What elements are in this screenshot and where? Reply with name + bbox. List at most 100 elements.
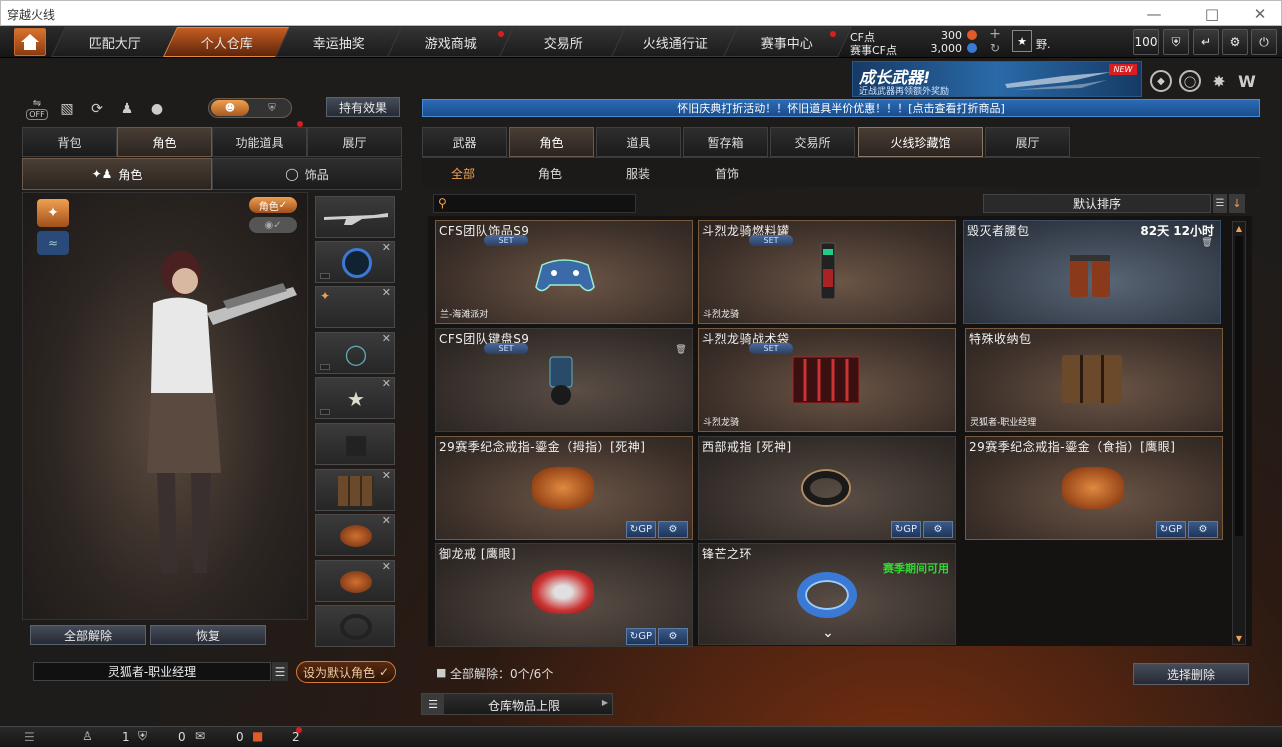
subtab-clothing[interactable]: 服装 <box>620 162 656 184</box>
menu-icon[interactable]: ☰ <box>272 662 288 681</box>
settings-gear-button[interactable]: ⚙ <box>1188 521 1218 538</box>
storage-limit-bar[interactable]: ☰ 仓库物品上限 ▶ <box>421 693 613 715</box>
shield-icon[interactable]: ⛨ <box>1163 29 1189 55</box>
settings-gear-button[interactable]: ⚙ <box>923 521 953 538</box>
equip-slot-vest[interactable]: ■ <box>315 423 395 465</box>
tab-trade[interactable]: 交易所 <box>770 127 855 157</box>
chevron-down-icon[interactable]: ⌄ <box>817 625 839 641</box>
item-card[interactable]: 御龙戒 [鹰眼] ↻GP ⚙ <box>435 543 693 647</box>
equip-slot-pendant[interactable]: ✕ ★ <box>315 377 395 419</box>
list-view-icon[interactable]: ☰ <box>1213 194 1227 213</box>
tab-game-mall[interactable]: 游戏商城 <box>387 27 516 57</box>
mode-avatar-icon[interactable]: ≈ <box>37 231 69 255</box>
gift-icon[interactable]: ■ <box>252 729 263 743</box>
effects-button[interactable]: 持有效果 <box>326 97 400 117</box>
character-preview[interactable]: ✦ ≈ 角色 ✓ ◉✓ <box>22 192 308 620</box>
tab-storage-box[interactable]: 暂存箱 <box>683 127 768 157</box>
settings-gear-button[interactable]: ⚙ <box>658 628 688 645</box>
restore-button[interactable]: 恢复 <box>150 625 266 645</box>
fox-avatar-icon[interactable]: ✦ <box>37 199 69 227</box>
equip-slot-pouch[interactable]: ✕ <box>315 469 395 511</box>
remove-icon[interactable]: ✕ <box>382 286 391 299</box>
search-input[interactable]: ⚲ <box>433 194 636 213</box>
list-icon[interactable]: ☰ <box>24 730 35 744</box>
rotate-icon[interactable]: ⟳ <box>86 98 108 120</box>
equip-slot-empty-ring[interactable] <box>315 605 395 647</box>
globe-icon[interactable]: ◯ <box>1179 70 1201 92</box>
item-card[interactable]: 29赛季纪念戒指-鎏金（拇指）[死神] ↻GP ⚙ <box>435 436 693 540</box>
promo-marquee[interactable]: 怀旧庆典打折活动！！怀旧道具半价优惠！！！[点击查看打折商品] <box>422 99 1260 117</box>
convert-gp-button[interactable]: ↻GP <box>891 521 921 538</box>
tab-exchange[interactable]: 交易所 <box>499 27 628 57</box>
convert-gp-button[interactable]: ↻GP <box>626 521 656 538</box>
power-icon[interactable]: ⏻ <box>1251 29 1277 55</box>
tab-lucky-draw[interactable]: 幸运抽奖 <box>275 27 404 57</box>
medal-icon[interactable]: ◆ <box>1150 70 1172 92</box>
character-icon[interactable]: ♟ <box>116 98 138 120</box>
sort-dropdown[interactable]: 默认排序 <box>983 194 1211 213</box>
gear-icon[interactable]: ⚙ <box>1222 29 1248 55</box>
select-delete-button[interactable]: 选择删除 <box>1133 663 1249 685</box>
tools-icon[interactable]: ✸ <box>1208 70 1230 92</box>
equip-slot-badge[interactable]: ✕ ✦ <box>315 286 395 328</box>
weapon-slot[interactable] <box>315 196 395 238</box>
tab-match-lobby[interactable]: 匹配大厅 <box>51 27 180 57</box>
item-card[interactable]: 毁灭者腰包 82天 12小时 🗑 <box>963 220 1221 324</box>
clan-shield-icon[interactable]: ⛨ <box>138 729 147 744</box>
item-card[interactable]: 锋芒之环 赛季期间可用 ⌄ <box>698 543 956 645</box>
tab-display[interactable]: 展厅 <box>985 127 1070 157</box>
tab-showroom[interactable]: 展厅 <box>307 127 402 157</box>
item-card[interactable]: 29赛季纪念戒指-鎏金（食指）[鹰眼] ↻GP ⚙ <box>965 436 1223 540</box>
trash-icon[interactable]: 🗑 <box>1201 238 1212 248</box>
equip-slot-ring[interactable]: ✕ <box>315 560 395 602</box>
item-card[interactable]: CFS团队键盘S9 SET 🗑 <box>435 328 693 432</box>
tab-weapons[interactable]: 武器 <box>422 127 507 157</box>
view-toggle[interactable]: ☻ ⛨ <box>208 98 292 118</box>
item-card[interactable]: 西部戒指 [死神] ↻GP ⚙ <box>698 436 956 540</box>
minimize-icon[interactable]: — <box>1139 4 1169 24</box>
equip-slot-helmet[interactable]: ✕ <box>315 241 395 283</box>
subtab-character[interactable]: ✦♟ 角色 <box>22 158 212 190</box>
friends-icon[interactable]: ♙ <box>82 729 93 743</box>
level-badge[interactable]: 100 <box>1133 29 1159 55</box>
scroll-down-icon[interactable]: ▼ <box>1233 632 1245 644</box>
remove-icon[interactable]: ✕ <box>382 241 391 254</box>
subtab-role[interactable]: 角色 <box>532 162 568 184</box>
promo-banner[interactable]: 成长武器! 近战武器再领额外奖励 NEW <box>852 61 1142 97</box>
remove-icon[interactable]: ✕ <box>382 377 391 390</box>
home-button[interactable] <box>14 28 46 56</box>
tab-backpack[interactable]: 背包 <box>22 127 117 157</box>
remove-icon[interactable]: ✕ <box>382 332 391 345</box>
tab-character[interactable]: 角色 <box>117 127 212 157</box>
subtab-jewelry[interactable]: 首饰 <box>709 162 745 184</box>
refresh-icon[interactable]: ↻ <box>988 41 1002 55</box>
scroll-up-icon[interactable]: ▲ <box>1233 222 1245 234</box>
back-icon[interactable]: ↵ <box>1193 29 1219 55</box>
tab-role[interactable]: 角色 <box>509 127 594 157</box>
subtab-all[interactable]: 全部 <box>445 162 481 184</box>
tab-function-items[interactable]: 功能道具 <box>212 127 307 157</box>
item-card[interactable]: 斗烈龙骑战术袋 SET 斗烈龙骑 <box>698 328 956 432</box>
equip-slot-ring[interactable]: ✕ <box>315 514 395 556</box>
ranking-icon[interactable]: ▧ <box>56 98 78 120</box>
tab-personal-warehouse[interactable]: 个人仓库 <box>163 27 292 57</box>
scrollbar[interactable]: ▲ ▼ <box>1232 221 1246 645</box>
convert-gp-button[interactable]: ↻GP <box>626 628 656 645</box>
sort-direction-icon[interactable]: ↓ <box>1229 194 1245 213</box>
trash-icon[interactable]: 🗑 <box>675 345 686 355</box>
remove-icon[interactable]: ✕ <box>382 560 391 573</box>
item-card[interactable]: 特殊收纳包 灵狐者-职业经理 <box>965 328 1223 432</box>
scrollbar-track[interactable] <box>1235 236 1243 536</box>
grenade-icon[interactable]: ● <box>146 98 168 120</box>
chat-icon[interactable]: ✉ <box>195 729 205 743</box>
convert-gp-button[interactable]: ↻GP <box>1156 521 1186 538</box>
item-card[interactable]: CFS团队饰品S9 SET 兰-海滩派对 <box>435 220 693 324</box>
tab-battle-pass[interactable]: 火线通行证 <box>611 27 740 57</box>
tab-collection-hall[interactable]: 火线珍藏馆 <box>858 127 983 157</box>
tab-props[interactable]: 道具 <box>596 127 681 157</box>
settings-gear-button[interactable]: ⚙ <box>658 521 688 538</box>
eye-toggle-icon[interactable]: ◉✓ <box>249 217 297 233</box>
maximize-icon[interactable]: □ <box>1197 4 1227 24</box>
toggle-off-icon[interactable]: ⇋ OFF <box>26 98 48 120</box>
unequip-all-button[interactable]: 全部解除 <box>30 625 146 645</box>
